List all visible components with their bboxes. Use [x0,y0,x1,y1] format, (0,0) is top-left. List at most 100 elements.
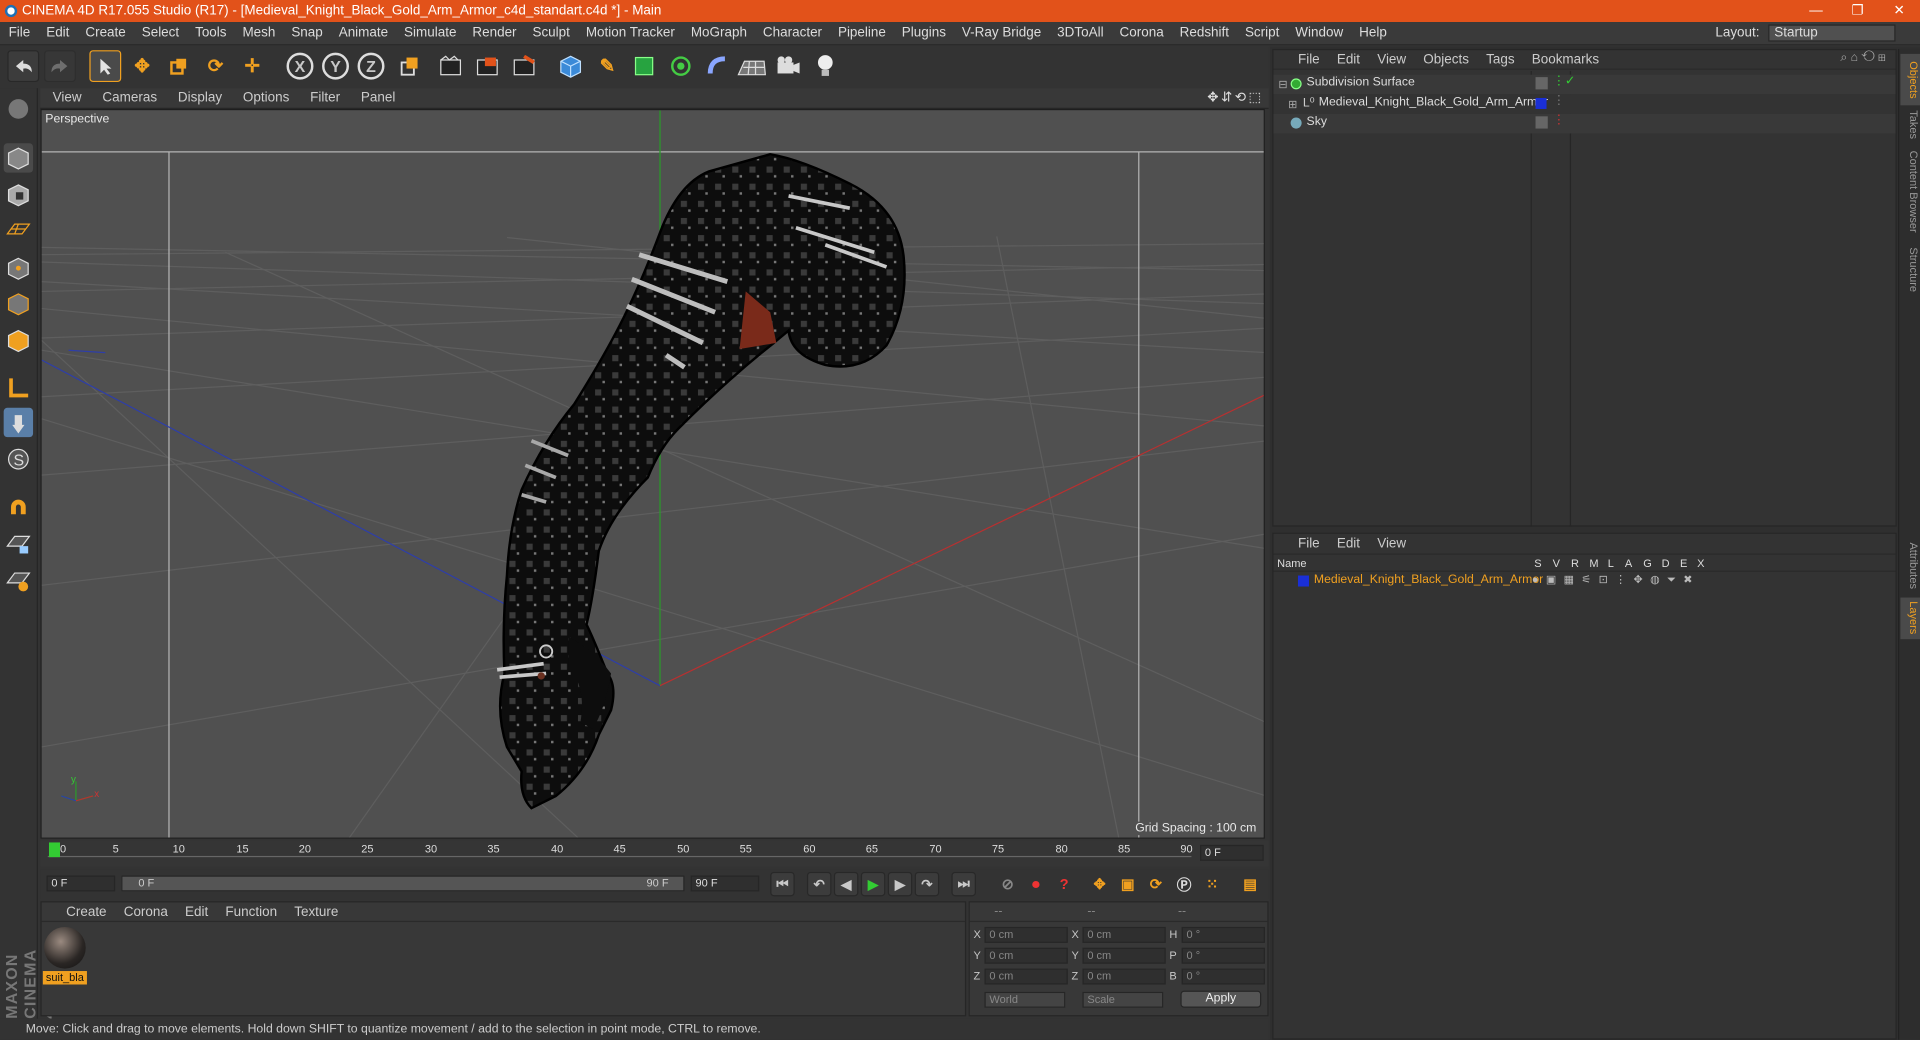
material-menu-function[interactable]: Function [216,902,285,922]
tab-content-browser[interactable]: Content Browser [1900,147,1920,238]
select-arrow-icon[interactable] [89,50,122,83]
previous-frame-icon[interactable]: ◀ [833,871,859,897]
apply-button[interactable]: Apply [1180,990,1262,1008]
column-view[interactable]: V [1553,557,1560,569]
column-locked[interactable]: L [1608,557,1614,569]
material-menu-corona[interactable]: Corona [114,902,175,922]
menu-render[interactable]: Render [464,22,524,45]
size-z-field[interactable]: 0 cm [1082,968,1166,985]
menu-character[interactable]: Character [754,22,829,45]
menu-tools[interactable]: Tools [187,22,234,45]
menu-mograph[interactable]: MoGraph [682,22,754,45]
points-mode-icon[interactable] [4,253,33,282]
mograph-cloner-icon[interactable] [665,50,697,82]
position-x-field[interactable]: 0 cm [984,926,1068,943]
spline-pen-icon[interactable]: ✎ [591,50,623,82]
object-name[interactable]: Medieval_Knight_Black_Gold_Arm_Armor [1319,96,1548,109]
go-to-start-icon[interactable]: ⏮ [770,871,795,897]
axis-mode-icon[interactable] [4,372,33,401]
scale-icon[interactable] [163,50,195,82]
texture-mode-icon[interactable] [4,180,33,209]
sculpt-mode-icon[interactable] [4,94,33,123]
y-axis-lock-button[interactable]: Y [320,50,352,82]
next-key-icon[interactable]: ↷ [914,871,940,897]
z-axis-lock-button[interactable]: Z [355,50,387,82]
layer-menu-file[interactable]: File [1273,534,1327,554]
keyframe-selection-icon[interactable]: ? [1052,872,1076,896]
objmgr-search-icon[interactable]: ⌕ ⌂ ⟲ ⊞ [1840,51,1885,64]
object-name[interactable]: Subdivision Surface [1307,76,1415,89]
tab-takes[interactable]: Takes [1900,108,1920,142]
menu-edit[interactable]: Edit [38,22,77,45]
layout-dropdown[interactable]: Startup [1768,24,1896,42]
magnet-icon[interactable] [4,492,33,521]
preview-range-slider[interactable]: 0 F 90 F [121,875,685,892]
menu-script[interactable]: Script [1236,22,1286,45]
menu-simulate[interactable]: Simulate [395,22,463,45]
key-rotation-icon[interactable]: ⟳ [1144,872,1168,896]
material-name-label[interactable]: suit_bla [42,971,87,985]
menu-create[interactable]: Create [77,22,133,45]
light-bulb-icon[interactable] [809,50,841,82]
key-parameter-icon[interactable]: Ⓟ [1172,872,1196,896]
menu-mesh[interactable]: Mesh [234,22,283,45]
autokey-icon[interactable]: ⏺ [1024,872,1048,896]
menu-pipeline[interactable]: Pipeline [829,22,893,45]
viewport-menu-display[interactable]: Display [166,88,231,109]
menu-snap[interactable]: Snap [283,22,330,45]
viewport-menu-filter[interactable]: Filter [298,88,349,109]
column-solo[interactable]: S [1534,557,1541,569]
menu-window[interactable]: Window [1287,22,1351,45]
menu-sculpt[interactable]: Sculpt [524,22,577,45]
close-button[interactable]: ✕ [1878,0,1920,22]
viewport-menu-view[interactable]: View [40,88,90,109]
key-position-icon[interactable]: ✥ [1087,872,1111,896]
expand-icon[interactable]: ⊞ [1288,98,1297,111]
undo-icon[interactable] [7,50,40,83]
key-pla-icon[interactable]: ⁙ [1200,872,1224,896]
menu-redshift[interactable]: Redshift [1171,22,1236,45]
column-animation[interactable]: A [1625,557,1632,569]
collapse-icon[interactable]: ⊟ [1278,78,1287,91]
position-z-field[interactable]: 0 cm [984,968,1068,985]
object-name[interactable]: Sky [1307,115,1327,128]
layer-color-swatch[interactable] [1535,97,1547,109]
enabled-check-icon[interactable]: ⋮✓ [1553,75,1576,88]
column-manager[interactable]: M [1589,557,1598,569]
objmgr-menu-edit[interactable]: Edit [1327,50,1367,70]
menu-vray-bridge[interactable]: V-Ray Bridge [953,22,1048,45]
polygons-mode-icon[interactable] [4,326,33,355]
object-row[interactable]: Sky ⋮ [1273,113,1896,134]
snap-toggle-icon[interactable]: S [4,444,33,473]
position-y-field[interactable]: 0 cm [984,947,1068,964]
layer-menu-view[interactable]: View [1367,534,1413,554]
menu-select[interactable]: Select [133,22,186,45]
objmgr-menu-file[interactable]: File [1273,50,1327,70]
playhead-marker[interactable] [48,842,61,858]
tweak-mode-icon[interactable] [3,407,34,438]
objmgr-menu-objects[interactable]: Objects [1414,50,1477,70]
camera-icon[interactable] [773,50,805,82]
layer-menu-edit[interactable]: Edit [1327,534,1367,554]
key-scale-icon[interactable]: ▣ [1116,872,1140,896]
timeline-window-icon[interactable]: ▤ [1238,872,1262,896]
x-axis-lock-button[interactable]: X [284,50,316,82]
visibility-dots-icon[interactable]: ⋮ [1553,114,1565,127]
rotation-p-field[interactable]: 0 ° [1181,947,1265,964]
size-x-field[interactable]: 0 cm [1082,926,1166,943]
move-icon[interactable]: ✥ [126,50,158,82]
end-frame-field[interactable]: 90 F [690,875,760,892]
objmgr-menu-view[interactable]: View [1367,50,1413,70]
viewport-menu-options[interactable]: Options [231,88,298,109]
render-to-picture-viewer-icon[interactable] [508,50,540,82]
objmgr-menu-bookmarks[interactable]: Bookmarks [1522,50,1607,70]
tab-structure[interactable]: Structure [1900,242,1920,296]
column-expressions[interactable]: E [1680,557,1687,569]
perspective-viewport[interactable]: Perspective y x Grid Spacing : 100 cm [40,108,1265,839]
tab-attributes[interactable]: Attributes [1900,536,1920,595]
previous-key-icon[interactable]: ↶ [806,871,832,897]
column-name[interactable]: Name [1277,557,1306,569]
size-y-field[interactable]: 0 cm [1082,947,1166,964]
transform-mode-dropdown[interactable]: Scale [1082,991,1164,1008]
objmgr-menu-tags[interactable]: Tags [1476,50,1522,70]
